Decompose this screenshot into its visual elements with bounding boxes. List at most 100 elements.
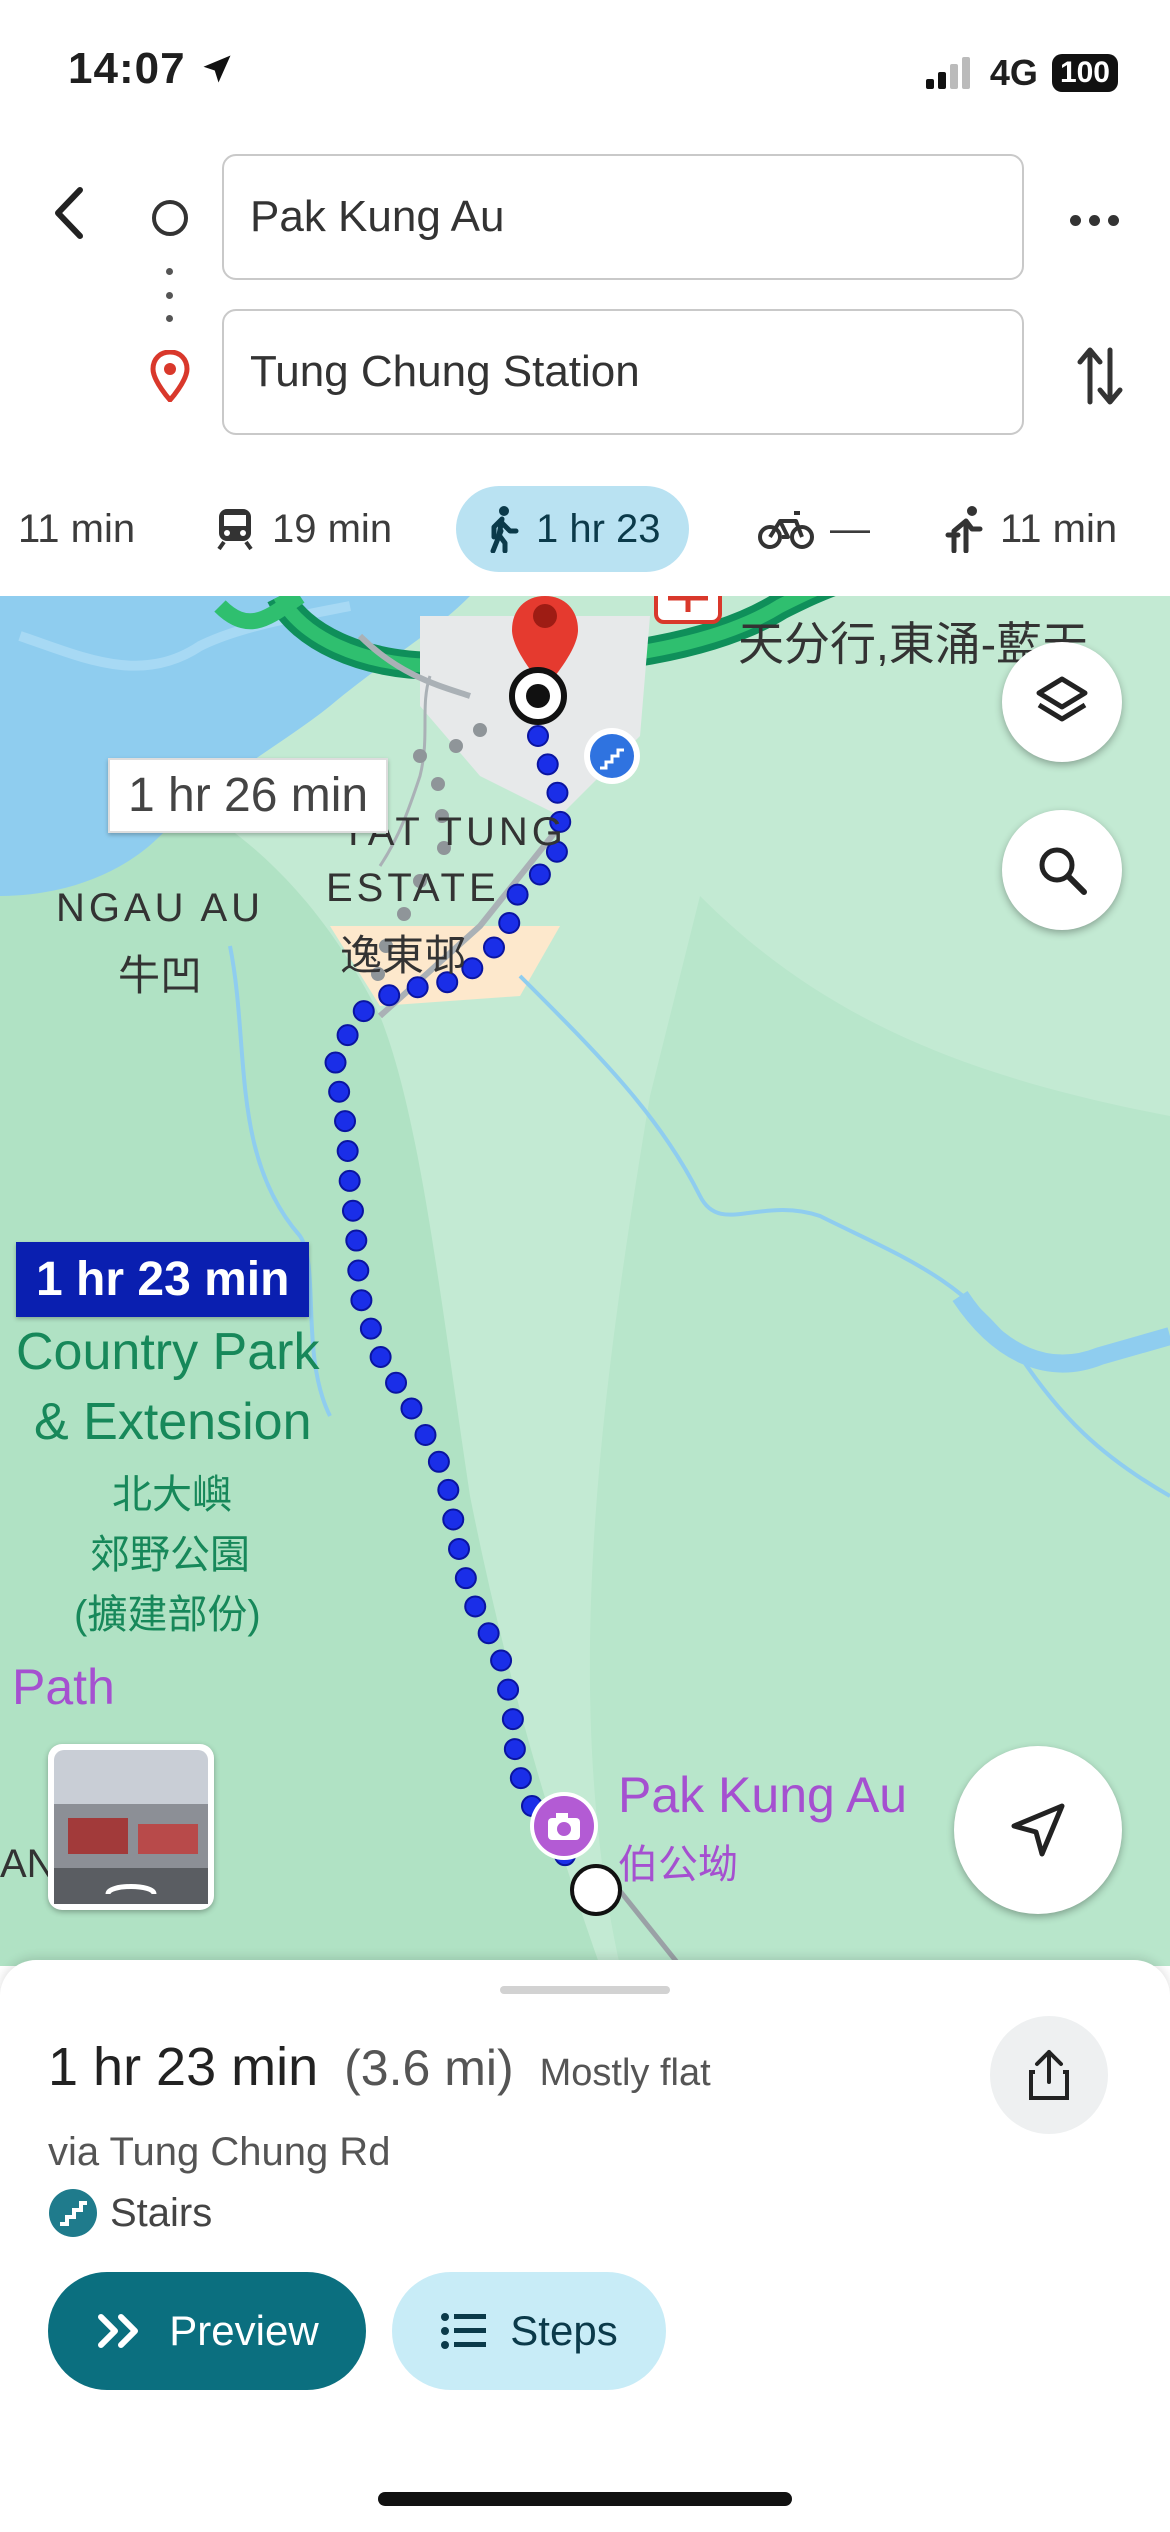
more-options-button[interactable] [1070, 200, 1130, 240]
route-dot [528, 863, 551, 886]
route-dot [536, 753, 559, 776]
route-dot [400, 1397, 423, 1420]
route-dot [324, 1051, 347, 1074]
route-dot [352, 1000, 375, 1023]
signal-icon [925, 57, 970, 89]
status-time: 14:07 [68, 44, 235, 94]
route-dot [338, 1169, 361, 1192]
back-button[interactable] [40, 178, 100, 248]
route-dot [378, 984, 401, 1007]
route-dot [490, 1649, 513, 1672]
route-dot [497, 1678, 520, 1701]
route-dot [437, 1478, 460, 1501]
route-dot [350, 1289, 373, 1312]
navigation-arrow-icon [1011, 1803, 1065, 1857]
status-indicators: 4G 100 [924, 52, 1118, 94]
swap-directions-icon[interactable] [1076, 344, 1124, 408]
stairs-icon [49, 2189, 97, 2237]
map-label-estate-zh: 逸東邨 [340, 932, 467, 979]
route-dot [359, 1317, 382, 1340]
alt-route-time-bubble[interactable]: 1 hr 26 min [108, 758, 389, 833]
layers-button[interactable] [1002, 642, 1122, 762]
bike-icon [758, 511, 814, 549]
route-dot [336, 1024, 359, 1047]
route-distance: (3.6 mi) [344, 2040, 514, 2096]
search-map-button[interactable] [1002, 810, 1122, 930]
train-icon [217, 509, 253, 551]
route-dot [482, 936, 505, 959]
map-label-ngau-au-en: NGAU AU [56, 886, 265, 930]
map-view[interactable]: Pak Kung Au 伯公坳 天分行,東涌-藍天 YAT TUNG ESTAT… [0, 596, 1170, 1966]
map-label-park-en-1: Country Park [16, 1323, 320, 1381]
double-chevron-right-icon [98, 2314, 139, 2348]
origin-field[interactable] [222, 154, 1024, 280]
route-summary-sheet: 1 hr 23 min (3.6 mi) Mostly flat via Tun… [0, 1960, 1170, 2532]
location-arrow-icon [203, 55, 231, 83]
photo-spot-icon [530, 1792, 598, 1860]
map-label-path: Path [12, 1659, 115, 1715]
route-dot [414, 1423, 437, 1446]
search-icon [1039, 847, 1087, 895]
tab-drive[interactable]: 11 min [18, 486, 135, 572]
route-dot [498, 912, 521, 935]
ride-hail-icon [945, 506, 983, 553]
route-dot [369, 1346, 392, 1369]
route-dot [341, 1199, 364, 1222]
map-label-park-zh-3: (擴建部份) [74, 1593, 261, 1637]
map-label-ngau-au-zh: 牛凹 [118, 952, 203, 999]
travel-mode-tabs: 11 min 19 min 1 hr 23 — 11 min [0, 486, 1170, 576]
route-dot [442, 1508, 465, 1531]
street-view-image [54, 1750, 208, 1904]
origin-input[interactable] [248, 191, 1022, 243]
back-arrow-icon [55, 187, 83, 239]
route-via: via Tung Chung Rd [48, 2130, 391, 2174]
route-dot [448, 1537, 471, 1560]
route-dot [477, 1622, 500, 1645]
destination-pin-icon [150, 350, 190, 402]
route-dot [464, 1595, 487, 1618]
route-warning: Stairs [110, 2190, 213, 2235]
route-dot [385, 1371, 408, 1394]
route-dot [427, 1450, 450, 1473]
tab-transit[interactable]: 19 min [214, 486, 392, 572]
poi-name-zh[interactable]: 伯公坳 [618, 1832, 738, 1890]
layers-icon [1036, 676, 1088, 722]
route-dot [334, 1110, 357, 1133]
home-indicator [378, 2492, 792, 2506]
map-label-park-zh-1: 北大嶼 [112, 1473, 232, 1517]
route-dot [336, 1139, 359, 1162]
sheet-drag-handle[interactable] [500, 1986, 670, 1994]
route-dot [501, 1708, 524, 1731]
preview-button[interactable]: Preview [48, 2272, 366, 2390]
tab-bike[interactable]: — [758, 486, 870, 572]
battery-level: 100 [1051, 54, 1118, 92]
tab-ride[interactable]: 11 min [944, 486, 1117, 572]
share-button[interactable] [990, 2016, 1108, 2134]
map-label-park-en-2: & Extension [34, 1393, 312, 1451]
my-location-button[interactable] [954, 1746, 1122, 1914]
selected-route-time-bubble[interactable]: 1 hr 23 min [16, 1242, 310, 1317]
share-icon [1029, 2050, 1069, 2100]
poi-name-en[interactable]: Pak Kung Au [618, 1766, 907, 1824]
route-dot [546, 781, 569, 804]
destination-endpoint-icon [509, 667, 567, 725]
street-view-thumbnail[interactable] [48, 1744, 214, 1910]
network-type: 4G [989, 52, 1038, 93]
map-label-park-zh-2: 郊野公園 [90, 1533, 250, 1577]
route-dot [509, 1767, 532, 1790]
route-dot [503, 1738, 526, 1761]
route-dot [527, 725, 549, 747]
map-label-estate-en-2: ESTATE [326, 866, 500, 910]
route-duration: 1 hr 23 min [48, 2037, 319, 2097]
steps-button[interactable]: Steps [392, 2272, 666, 2390]
route-dots-icon [166, 268, 174, 322]
origin-circle-icon [152, 200, 188, 236]
route-dot [454, 1567, 477, 1590]
walk-icon [490, 506, 519, 553]
destination-field[interactable] [222, 309, 1024, 435]
list-icon [441, 2313, 487, 2349]
origin-endpoint-icon [570, 1864, 622, 1916]
destination-input[interactable] [248, 346, 1022, 398]
route-dot [328, 1080, 351, 1103]
tab-walk[interactable]: 1 hr 23 [456, 486, 689, 572]
